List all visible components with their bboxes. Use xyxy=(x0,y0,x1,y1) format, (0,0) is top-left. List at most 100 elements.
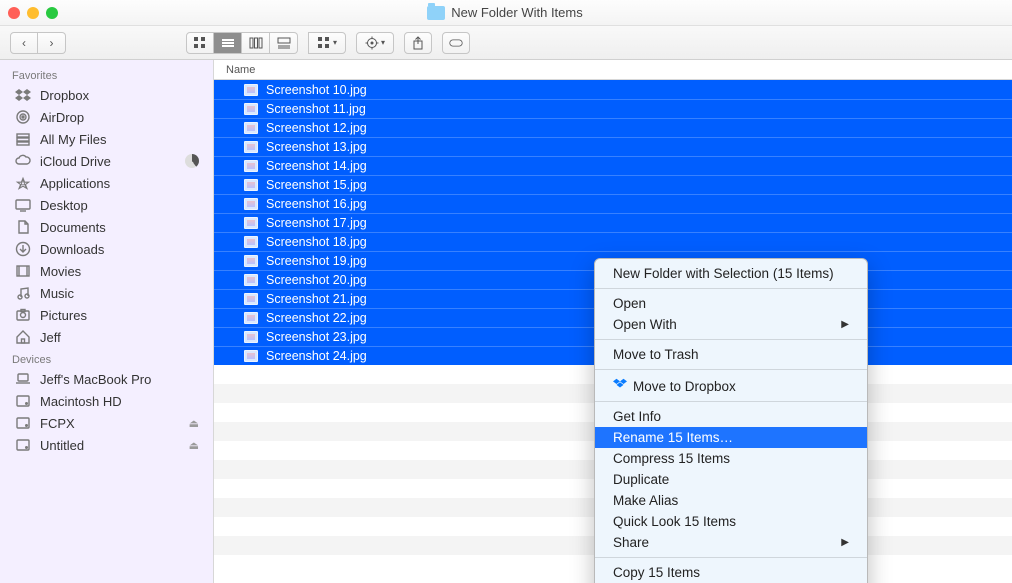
sidebar-item-label: iCloud Drive xyxy=(40,154,111,169)
file-row[interactable]: Screenshot 10.jpg xyxy=(214,80,1012,99)
menu-separator xyxy=(595,339,867,340)
view-column-button[interactable] xyxy=(242,32,270,54)
home-icon xyxy=(14,329,32,345)
menu-item-label: Rename 15 Items… xyxy=(613,430,733,445)
sidebar-item-downloads[interactable]: Downloads xyxy=(0,238,213,260)
menu-item-move-to-trash[interactable]: Move to Trash xyxy=(595,344,867,365)
menu-item-make-alias[interactable]: Make Alias xyxy=(595,490,867,511)
file-thumbnail-icon xyxy=(244,255,258,267)
arrange-group: ▾ xyxy=(308,32,346,54)
menu-item-label: Get Info xyxy=(613,409,661,424)
sidebar-item-jeff[interactable]: Jeff xyxy=(0,326,213,348)
maximize-button[interactable] xyxy=(46,7,58,19)
desktop-icon xyxy=(14,197,32,213)
view-icon-button[interactable] xyxy=(186,32,214,54)
file-name: Screenshot 11.jpg xyxy=(266,102,366,116)
sidebar-item-label: Desktop xyxy=(40,198,88,213)
sidebar-item-macintosh-hd[interactable]: Macintosh HD xyxy=(0,390,213,412)
file-thumbnail-icon xyxy=(244,84,258,96)
back-button[interactable]: ‹ xyxy=(10,32,38,54)
eject-icon[interactable]: ⏏ xyxy=(189,417,199,430)
menu-item-label: Make Alias xyxy=(613,493,678,508)
sidebar-header: Favorites xyxy=(0,64,213,84)
view-list-button[interactable] xyxy=(214,32,242,54)
file-name: Screenshot 17.jpg xyxy=(266,216,367,230)
eject-icon[interactable]: ⏏ xyxy=(189,439,199,452)
sidebar-item-label: Jeff's MacBook Pro xyxy=(40,372,151,387)
icloud-usage-icon xyxy=(185,154,199,168)
applications-icon: A xyxy=(14,175,32,191)
file-row[interactable]: Screenshot 11.jpg xyxy=(214,99,1012,118)
file-row[interactable]: Screenshot 17.jpg xyxy=(214,213,1012,232)
submenu-arrow-icon: ▶ xyxy=(841,537,849,548)
close-button[interactable] xyxy=(8,7,20,19)
arrange-button[interactable]: ▾ xyxy=(308,32,346,54)
menu-item-new-folder-with-selection-items[interactable]: New Folder with Selection (15 Items) xyxy=(595,263,867,284)
file-row[interactable]: Screenshot 14.jpg xyxy=(214,156,1012,175)
sidebar-item-label: Music xyxy=(40,286,74,301)
sidebar-item-all-my-files[interactable]: All My Files xyxy=(0,128,213,150)
titlebar: New Folder With Items xyxy=(0,0,1012,26)
menu-item-open[interactable]: Open xyxy=(595,293,867,314)
file-name: Screenshot 19.jpg xyxy=(266,254,367,268)
laptop-icon xyxy=(14,371,32,387)
action-button[interactable]: ▾ xyxy=(356,32,394,54)
file-row[interactable]: Screenshot 15.jpg xyxy=(214,175,1012,194)
menu-item-label: Move to Trash xyxy=(613,347,699,362)
column-header-name[interactable]: Name xyxy=(214,60,1012,80)
menu-item-label: Open With xyxy=(613,317,677,332)
forward-button[interactable]: › xyxy=(38,32,66,54)
file-row[interactable]: Screenshot 12.jpg xyxy=(214,118,1012,137)
sidebar-item-untitled[interactable]: Untitled⏏ xyxy=(0,434,213,456)
file-thumbnail-icon xyxy=(244,236,258,248)
file-row[interactable]: Screenshot 18.jpg xyxy=(214,232,1012,251)
menu-item-get-info[interactable]: Get Info xyxy=(595,406,867,427)
tags-button[interactable] xyxy=(442,32,470,54)
context-menu: New Folder with Selection (15 Items) Open… xyxy=(594,258,868,583)
dropbox-icon xyxy=(14,87,32,103)
file-name: Screenshot 15.jpg xyxy=(266,178,367,192)
sidebar-item-music[interactable]: Music xyxy=(0,282,213,304)
menu-item-copy-items[interactable]: Copy 15 Items xyxy=(595,562,867,583)
file-row[interactable]: Screenshot 16.jpg xyxy=(214,194,1012,213)
file-row[interactable]: Screenshot 13.jpg xyxy=(214,137,1012,156)
menu-item-share[interactable]: Share▶ xyxy=(595,532,867,553)
folder-icon xyxy=(427,6,445,20)
window-title: New Folder With Items xyxy=(58,5,952,20)
menu-item-open-with[interactable]: Open With ▶ xyxy=(595,314,867,335)
finder-window: New Folder With Items ‹ › ▾ xyxy=(0,0,1012,583)
menu-item-quick-look-items[interactable]: Quick Look 15 Items xyxy=(595,511,867,532)
submenu-arrow-icon: ▶ xyxy=(841,319,849,330)
menu-item-rename-items[interactable]: Rename 15 Items… xyxy=(595,427,867,448)
view-coverflow-button[interactable] xyxy=(270,32,298,54)
sidebar-item-movies[interactable]: Movies xyxy=(0,260,213,282)
sidebar-item-pictures[interactable]: Pictures xyxy=(0,304,213,326)
sidebar-item-label: Jeff xyxy=(40,330,61,345)
minimize-button[interactable] xyxy=(27,7,39,19)
file-thumbnail-icon xyxy=(244,331,258,343)
file-name: Screenshot 20.jpg xyxy=(266,273,367,287)
sidebar-item-dropbox[interactable]: Dropbox xyxy=(0,84,213,106)
sidebar-item-airdrop[interactable]: AirDrop xyxy=(0,106,213,128)
sidebar-item-applications[interactable]: AApplications xyxy=(0,172,213,194)
share-button[interactable] xyxy=(404,32,432,54)
allmyfiles-icon xyxy=(14,131,32,147)
menu-item-duplicate[interactable]: Duplicate xyxy=(595,469,867,490)
sidebar-item-icloud-drive[interactable]: iCloud Drive xyxy=(0,150,213,172)
sidebar-item-jeff-s-macbook-pro[interactable]: Jeff's MacBook Pro xyxy=(0,368,213,390)
sidebar: FavoritesDropboxAirDropAll My Files iClou… xyxy=(0,60,214,583)
sidebar-item-label: Downloads xyxy=(40,242,104,257)
view-mode-switch xyxy=(186,32,298,54)
sidebar-item-label: Movies xyxy=(40,264,81,279)
sidebar-item-fcpx[interactable]: FCPX⏏ xyxy=(0,412,213,434)
menu-item-compress-items[interactable]: Compress 15 Items xyxy=(595,448,867,469)
dropbox-icon xyxy=(613,377,627,391)
menu-item-label: Duplicate xyxy=(613,472,669,487)
traffic-lights xyxy=(8,7,58,19)
sidebar-item-documents[interactable]: Documents xyxy=(0,216,213,238)
sidebar-item-desktop[interactable]: Desktop xyxy=(0,194,213,216)
nav-buttons: ‹ › xyxy=(10,32,66,54)
file-name: Screenshot 12.jpg xyxy=(266,121,367,135)
menu-item-move-to-dropbox[interactable]: Move to Dropbox xyxy=(595,374,867,397)
file-thumbnail-icon xyxy=(244,141,258,153)
